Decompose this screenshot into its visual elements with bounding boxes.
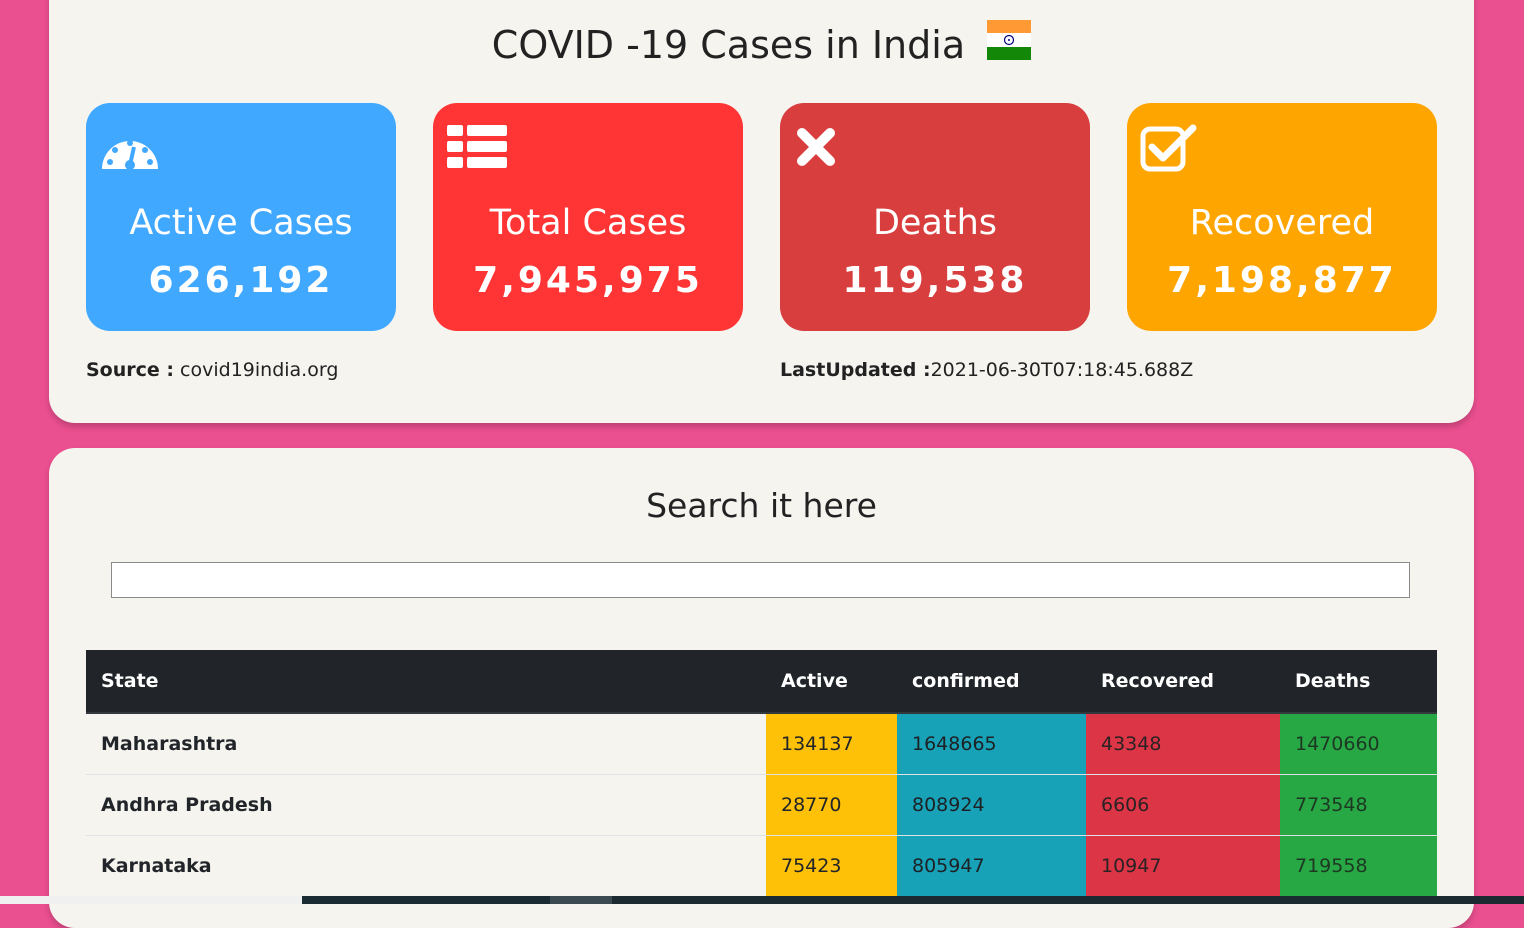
state-name: Maharashtra (86, 712, 766, 775)
last-updated-label: LastUpdated : (780, 359, 931, 381)
header-deaths: Deaths (1280, 650, 1437, 714)
state-name: Andhra Pradesh (86, 774, 766, 836)
table-row: Andhra Pradesh 28770 808924 6606 773548 (86, 774, 1437, 836)
deaths-label: Deaths (872, 203, 998, 243)
source-label: Source : (86, 359, 174, 381)
confirmed-cell: 805947 (897, 835, 1086, 896)
total-cases-value: 7,945,975 (473, 260, 703, 301)
confirmed-cell: 808924 (897, 774, 1086, 836)
header-recovered: Recovered (1086, 650, 1280, 714)
india-flag-icon (987, 18, 1032, 71)
summary-card: COVID -19 Cases in India Active Cases 62… (49, 0, 1474, 423)
check-square-icon (1139, 123, 1199, 177)
total-cases-card: Total Cases 7,945,975 (433, 103, 743, 331)
os-taskbar (0, 896, 1524, 904)
last-updated-value: 2021-06-30T07:18:45.688Z (930, 359, 1194, 381)
table-row: Maharashtra 134137 1648665 43348 1470660 (86, 712, 1437, 775)
search-input[interactable] (111, 562, 1410, 598)
active-cases-card: Active Cases 626,192 (86, 103, 396, 331)
active-cases-label: Active Cases (129, 203, 353, 243)
page-title-text: COVID -19 Cases in India (491, 23, 966, 67)
deaths-cell: 719558 (1280, 835, 1437, 896)
recovered-value: 7,198,877 (1167, 260, 1397, 301)
list-icon (445, 123, 509, 177)
page-title: COVID -19 Cases in India (49, 18, 1474, 71)
header-confirmed: confirmed (897, 650, 1086, 714)
header-state: State (86, 650, 766, 714)
dashboard-gauge-icon (98, 123, 162, 177)
recovered-cell: 6606 (1086, 774, 1280, 836)
header-active: Active (766, 650, 897, 714)
search-card: Search it here State Active confirmed Re… (49, 448, 1474, 928)
table-row: Karnataka 75423 805947 10947 719558 (86, 835, 1437, 896)
recovered-cell: 43348 (1086, 712, 1280, 775)
total-cases-label: Total Cases (489, 203, 687, 243)
state-name: Karnataka (86, 835, 766, 896)
deaths-card: Deaths 119,538 (780, 103, 1090, 331)
active-cell: 75423 (766, 835, 897, 896)
source-value: covid19india.org (180, 359, 339, 381)
active-cases-value: 626,192 (148, 260, 334, 301)
table-header-row: State Active confirmed Recovered Deaths (86, 650, 1437, 714)
deaths-value: 119,538 (842, 260, 1028, 301)
active-cell: 28770 (766, 774, 897, 836)
deaths-cell: 1470660 (1280, 712, 1437, 775)
close-icon (792, 123, 842, 177)
state-table: State Active confirmed Recovered Deaths … (86, 650, 1437, 896)
search-title: Search it here (646, 486, 877, 525)
last-updated-info: LastUpdated :2021-06-30T07:18:45.688Z (780, 359, 1193, 381)
confirmed-cell: 1648665 (897, 712, 1086, 775)
recovered-label: Recovered (1189, 203, 1375, 243)
active-cell: 134137 (766, 712, 897, 775)
source-info: Source : covid19india.org (86, 359, 338, 381)
recovered-cell: 10947 (1086, 835, 1280, 896)
recovered-card: Recovered 7,198,877 (1127, 103, 1437, 331)
deaths-cell: 773548 (1280, 774, 1437, 836)
